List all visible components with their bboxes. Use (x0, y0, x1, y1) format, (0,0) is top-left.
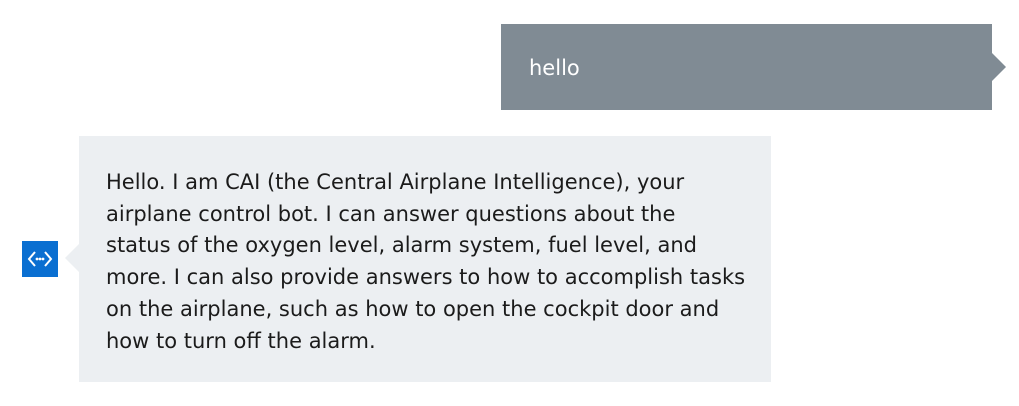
bot-message-line: how to turn off the alarm. (106, 328, 376, 353)
bot-avatar (22, 241, 58, 277)
user-message-text: hello (529, 56, 580, 80)
bot-message-text: Hello. I am CAI (the Central Airplane In… (106, 167, 756, 357)
bot-message-line: status of the oxygen level, alarm system… (106, 233, 698, 258)
user-message-bubble: hello (501, 24, 1006, 110)
code-brackets-icon (27, 251, 53, 267)
bot-message-line: more. I can also provide answers to how … (106, 265, 746, 290)
bot-message-line: airplane control bot. I can answer quest… (106, 201, 676, 226)
chat-transcript: hello Hello. I am CAI (the Central Airpl… (0, 0, 1019, 406)
bot-message-line: Hello. I am CAI (the Central Airplane In… (106, 170, 685, 194)
bot-message-line: on the airplane, such as how to open the… (106, 296, 720, 321)
bot-message-bubble: Hello. I am CAI (the Central Airplane In… (65, 136, 771, 382)
